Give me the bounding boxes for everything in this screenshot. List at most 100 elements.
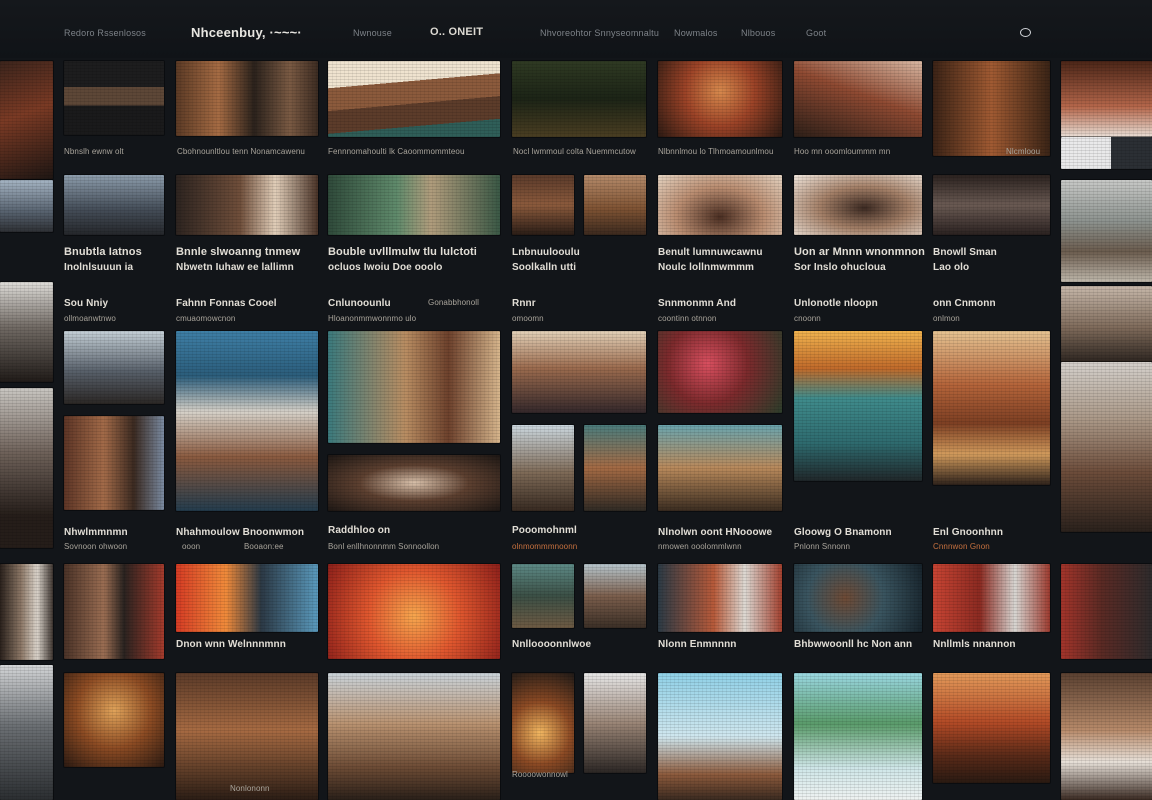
media-tile[interactable] xyxy=(584,175,646,235)
media-tile[interactable] xyxy=(933,673,1050,783)
media-tile[interactable] xyxy=(1061,137,1152,169)
tile-caption: Lao olo xyxy=(933,262,970,273)
media-tile[interactable] xyxy=(512,175,574,235)
media-tile[interactable] xyxy=(584,673,646,773)
media-tile[interactable] xyxy=(176,331,318,511)
media-tile[interactable] xyxy=(658,61,782,137)
media-tile[interactable] xyxy=(658,425,782,511)
tile-caption: Cnnnwon Gnon xyxy=(933,542,990,551)
media-tile[interactable] xyxy=(0,388,53,548)
tile-caption: Sou Nniy xyxy=(64,298,109,309)
media-tile[interactable] xyxy=(794,175,922,235)
media-tile[interactable] xyxy=(176,564,318,632)
tile-caption: Enl Gnoonhnn xyxy=(933,527,1004,538)
tile-caption: ollmoanwtnwo xyxy=(64,314,116,323)
media-tile[interactable] xyxy=(328,175,500,235)
media-tile[interactable] xyxy=(584,425,646,511)
media-tile[interactable] xyxy=(794,61,922,137)
tile-caption: Sovnoon ohwoon xyxy=(64,542,128,551)
media-tile[interactable] xyxy=(512,61,646,137)
search-icon[interactable] xyxy=(1020,28,1031,37)
tile-caption: Booaon:ee xyxy=(244,542,284,551)
media-tile[interactable] xyxy=(933,175,1050,235)
media-tile[interactable] xyxy=(794,564,922,632)
media-tile[interactable] xyxy=(64,61,164,135)
tile-caption: Nbnslh ewnw olt xyxy=(64,147,124,156)
media-tile[interactable] xyxy=(64,416,164,510)
media-tile[interactable] xyxy=(794,673,922,800)
media-tile[interactable] xyxy=(328,455,500,511)
media-tile[interactable] xyxy=(328,61,500,137)
tile-caption: onlmon xyxy=(933,314,960,323)
tile-caption: olnmommmnoonn xyxy=(512,542,578,551)
media-tile[interactable] xyxy=(0,665,53,800)
tile-caption: Cbohnounltlou tenn Nonamcawenu xyxy=(177,147,305,156)
tile-caption: ooon xyxy=(182,542,201,551)
media-tile[interactable] xyxy=(512,673,574,773)
media-tile[interactable] xyxy=(933,564,1050,632)
nav-link-2[interactable]: Nhceenbuy, ·~~~· xyxy=(191,25,302,40)
nav-link-8[interactable]: Goot xyxy=(806,28,826,38)
media-tile[interactable] xyxy=(0,564,53,660)
tile-caption: onn Cnmonn xyxy=(933,298,996,309)
media-tile[interactable] xyxy=(933,61,1050,156)
media-tile[interactable] xyxy=(658,175,782,235)
media-tile[interactable] xyxy=(658,564,782,632)
media-tile[interactable] xyxy=(64,673,164,767)
tile-caption: Nocl lwmmoul colta Nuemmcutow xyxy=(513,147,636,156)
tile-caption: Pnlonn Snnonn xyxy=(794,542,851,551)
media-tile[interactable] xyxy=(328,331,500,443)
media-tile[interactable] xyxy=(1061,180,1152,282)
media-tile[interactable] xyxy=(64,331,164,404)
tile-caption: Nlnolwn oont HNooowe xyxy=(658,527,773,538)
media-tile[interactable] xyxy=(176,673,318,800)
media-tile[interactable] xyxy=(0,61,53,179)
media-tile[interactable] xyxy=(1061,61,1152,137)
tile-caption: Noulc lollnmwmmm xyxy=(658,262,755,273)
nav-link-1[interactable]: Redoro Rssenlosos xyxy=(64,28,146,38)
tile-caption: cmuaomowcnon xyxy=(176,314,236,323)
media-tile[interactable] xyxy=(176,175,318,235)
media-tile[interactable] xyxy=(0,282,53,382)
media-tile[interactable] xyxy=(658,331,782,413)
tile-caption: Rnnr xyxy=(512,298,536,309)
media-tile[interactable] xyxy=(328,673,500,800)
tile-caption: Fennnomahoulti lk Caoommommteou xyxy=(328,147,465,156)
media-tile[interactable] xyxy=(512,425,574,511)
tile-caption: Bonl enllhnonnmm Sonnoollon xyxy=(328,542,440,551)
media-tile[interactable] xyxy=(584,564,646,628)
media-tile[interactable] xyxy=(64,564,164,659)
tile-caption: Snnmonmn And xyxy=(658,298,737,309)
media-tile[interactable] xyxy=(1061,564,1152,659)
tile-caption: Nhahmoulow Bnoonwmon xyxy=(176,527,305,538)
tile-caption: Bnubtla Iatnos xyxy=(64,246,142,258)
tile-caption: Bnowll Sman xyxy=(933,247,997,258)
tile-caption: nmowen ooolommlwnn xyxy=(658,542,742,551)
nav-link-6[interactable]: Nowmalos xyxy=(674,28,718,38)
nav-link-4[interactable]: O.. ONEIT xyxy=(430,26,483,38)
media-tile[interactable] xyxy=(933,331,1050,485)
nav-link-7[interactable]: Nlbouos xyxy=(741,28,775,38)
media-tile[interactable] xyxy=(0,180,53,232)
media-tile[interactable] xyxy=(64,175,164,235)
tile-caption: Benult lumnuwcawnu xyxy=(658,247,763,258)
tile-caption: Cnlunoounlu xyxy=(328,298,391,309)
media-tile[interactable] xyxy=(512,331,646,413)
nav-link-5[interactable]: Nhvoreohtor Snnyseomnaltu xyxy=(540,28,659,38)
nav-link-3[interactable]: Nwnouse xyxy=(353,28,392,38)
media-tile[interactable] xyxy=(1061,286,1152,362)
media-tile[interactable] xyxy=(794,331,922,481)
tile-caption: Inolnlsuuun ia xyxy=(64,262,134,273)
tile-caption: Fahnn Fonnas Cooel xyxy=(176,298,277,309)
media-tile[interactable] xyxy=(328,564,500,659)
tile-caption: Nlonn Enmnnnn xyxy=(658,639,737,650)
tile-caption: Roooowonnowl xyxy=(512,770,568,779)
tile-caption: Hoo mn ooomloummm mn xyxy=(794,147,891,156)
media-tile[interactable] xyxy=(658,673,782,800)
top-nav: Redoro Rssenlosos Nhceenbuy, ·~~~· Nwnou… xyxy=(0,0,1152,58)
media-tile[interactable] xyxy=(512,564,574,628)
media-tile[interactable] xyxy=(1061,673,1152,800)
media-tile[interactable] xyxy=(1061,362,1152,532)
tile-caption: Nbwetn Iuhaw ee lallimn xyxy=(176,262,294,273)
media-tile[interactable] xyxy=(176,61,318,136)
